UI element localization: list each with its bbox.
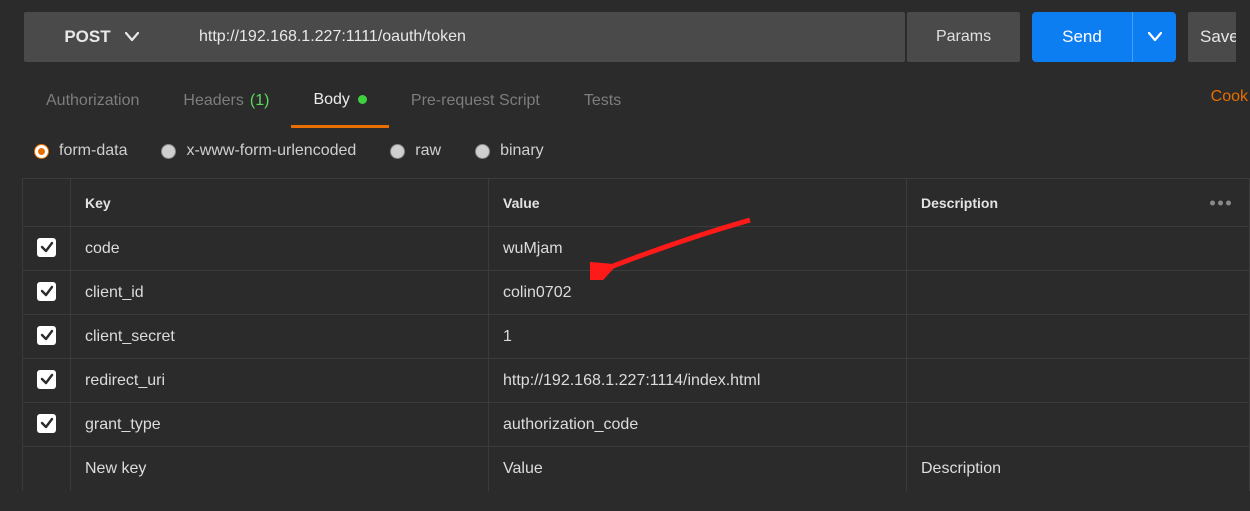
- table-row: redirect_urihttp://192.168.1.227:1114/in…: [23, 359, 1250, 403]
- save-button[interactable]: Save: [1188, 12, 1236, 62]
- row-key-cell[interactable]: client_secret: [71, 315, 489, 359]
- row-checkbox-cell: [23, 359, 71, 403]
- table-row: grant_typeauthorization_code: [23, 403, 1250, 447]
- save-label: Save: [1200, 27, 1236, 47]
- send-button[interactable]: Send: [1032, 12, 1132, 62]
- row-description-cell[interactable]: [907, 403, 1250, 447]
- radio-label: x-www-form-urlencoded: [186, 142, 356, 160]
- send-button-group: Send: [1032, 12, 1176, 62]
- more-options-icon[interactable]: [1206, 196, 1235, 209]
- radio-label: form-data: [59, 142, 127, 160]
- tab-tests[interactable]: Tests: [562, 74, 643, 128]
- column-header-checkbox: [23, 179, 71, 227]
- cookies-link[interactable]: Cook: [1211, 88, 1250, 106]
- row-description-cell[interactable]: [907, 315, 1250, 359]
- row-checkbox[interactable]: [37, 282, 56, 301]
- tab-label: Pre-request Script: [411, 92, 540, 110]
- body-type-form-data[interactable]: form-data: [34, 142, 127, 160]
- tab-label: Authorization: [46, 92, 139, 110]
- request-tabs: Authorization Headers (1) Body Pre-reque…: [0, 74, 1250, 128]
- table-row: codewuMjam: [23, 227, 1250, 271]
- table-header-row: Key Value Description: [23, 179, 1250, 227]
- tab-authorization[interactable]: Authorization: [24, 74, 161, 128]
- row-value-cell[interactable]: http://192.168.1.227:1114/index.html: [489, 359, 907, 403]
- radio-label: raw: [415, 142, 441, 160]
- row-key-cell[interactable]: client_id: [71, 271, 489, 315]
- column-header-description: Description: [907, 179, 1250, 227]
- row-checkbox-cell: [23, 315, 71, 359]
- row-value-cell[interactable]: colin0702: [489, 271, 907, 315]
- headers-count-badge: (1): [250, 92, 270, 110]
- radio-icon: [475, 144, 490, 159]
- row-checkbox[interactable]: [37, 326, 56, 345]
- radio-icon: [161, 144, 176, 159]
- cookies-label: Cook: [1211, 88, 1248, 105]
- request-url-input[interactable]: [179, 12, 905, 62]
- column-header-description-label: Description: [921, 195, 998, 211]
- tab-headers[interactable]: Headers (1): [161, 74, 291, 128]
- row-checkbox-cell: [23, 271, 71, 315]
- new-description-input[interactable]: Description: [907, 447, 1250, 491]
- body-type-urlencoded[interactable]: x-www-form-urlencoded: [161, 142, 356, 160]
- tab-label: Tests: [584, 92, 621, 110]
- row-description-cell[interactable]: [907, 271, 1250, 315]
- row-key-cell[interactable]: redirect_uri: [71, 359, 489, 403]
- row-checkbox[interactable]: [37, 414, 56, 433]
- row-checkbox-cell: [23, 403, 71, 447]
- row-description-cell[interactable]: [907, 359, 1250, 403]
- body-indicator-dot: [358, 95, 367, 104]
- new-key-input[interactable]: New key: [71, 447, 489, 491]
- body-type-radio-group: form-data x-www-form-urlencoded raw bina…: [0, 128, 1250, 178]
- chevron-down-icon: [1148, 29, 1162, 45]
- params-button[interactable]: Params: [907, 12, 1020, 62]
- request-bar: POST Params Send Save: [0, 0, 1250, 74]
- radio-icon: [390, 144, 405, 159]
- send-label: Send: [1062, 27, 1102, 47]
- body-type-raw[interactable]: raw: [390, 142, 441, 160]
- radio-icon: [34, 144, 49, 159]
- form-data-table: Key Value Description codewuMjamclient_i…: [22, 178, 1250, 491]
- row-value-cell[interactable]: authorization_code: [489, 403, 907, 447]
- row-value-cell[interactable]: wuMjam: [489, 227, 907, 271]
- column-header-key: Key: [71, 179, 489, 227]
- row-checkbox-cell: [23, 227, 71, 271]
- column-header-value: Value: [489, 179, 907, 227]
- http-method-select[interactable]: POST: [24, 12, 179, 62]
- row-checkbox[interactable]: [37, 370, 56, 389]
- row-value-cell[interactable]: 1: [489, 315, 907, 359]
- radio-label: binary: [500, 142, 544, 160]
- new-value-input[interactable]: Value: [489, 447, 907, 491]
- row-checkbox-cell: [23, 447, 71, 491]
- tab-label: Headers: [183, 92, 243, 110]
- http-method-label: POST: [64, 27, 110, 47]
- row-checkbox[interactable]: [37, 238, 56, 257]
- tab-body[interactable]: Body: [291, 74, 388, 128]
- row-key-cell[interactable]: code: [71, 227, 489, 271]
- row-description-cell[interactable]: [907, 227, 1250, 271]
- tab-label: Body: [313, 91, 349, 109]
- body-type-binary[interactable]: binary: [475, 142, 544, 160]
- params-label: Params: [936, 28, 991, 46]
- chevron-down-icon: [125, 32, 139, 42]
- table-row: client_secret1: [23, 315, 1250, 359]
- table-row: client_idcolin0702: [23, 271, 1250, 315]
- table-new-row: New keyValueDescription: [23, 447, 1250, 491]
- tab-prerequest-script[interactable]: Pre-request Script: [389, 74, 562, 128]
- row-key-cell[interactable]: grant_type: [71, 403, 489, 447]
- send-dropdown-button[interactable]: [1132, 12, 1176, 62]
